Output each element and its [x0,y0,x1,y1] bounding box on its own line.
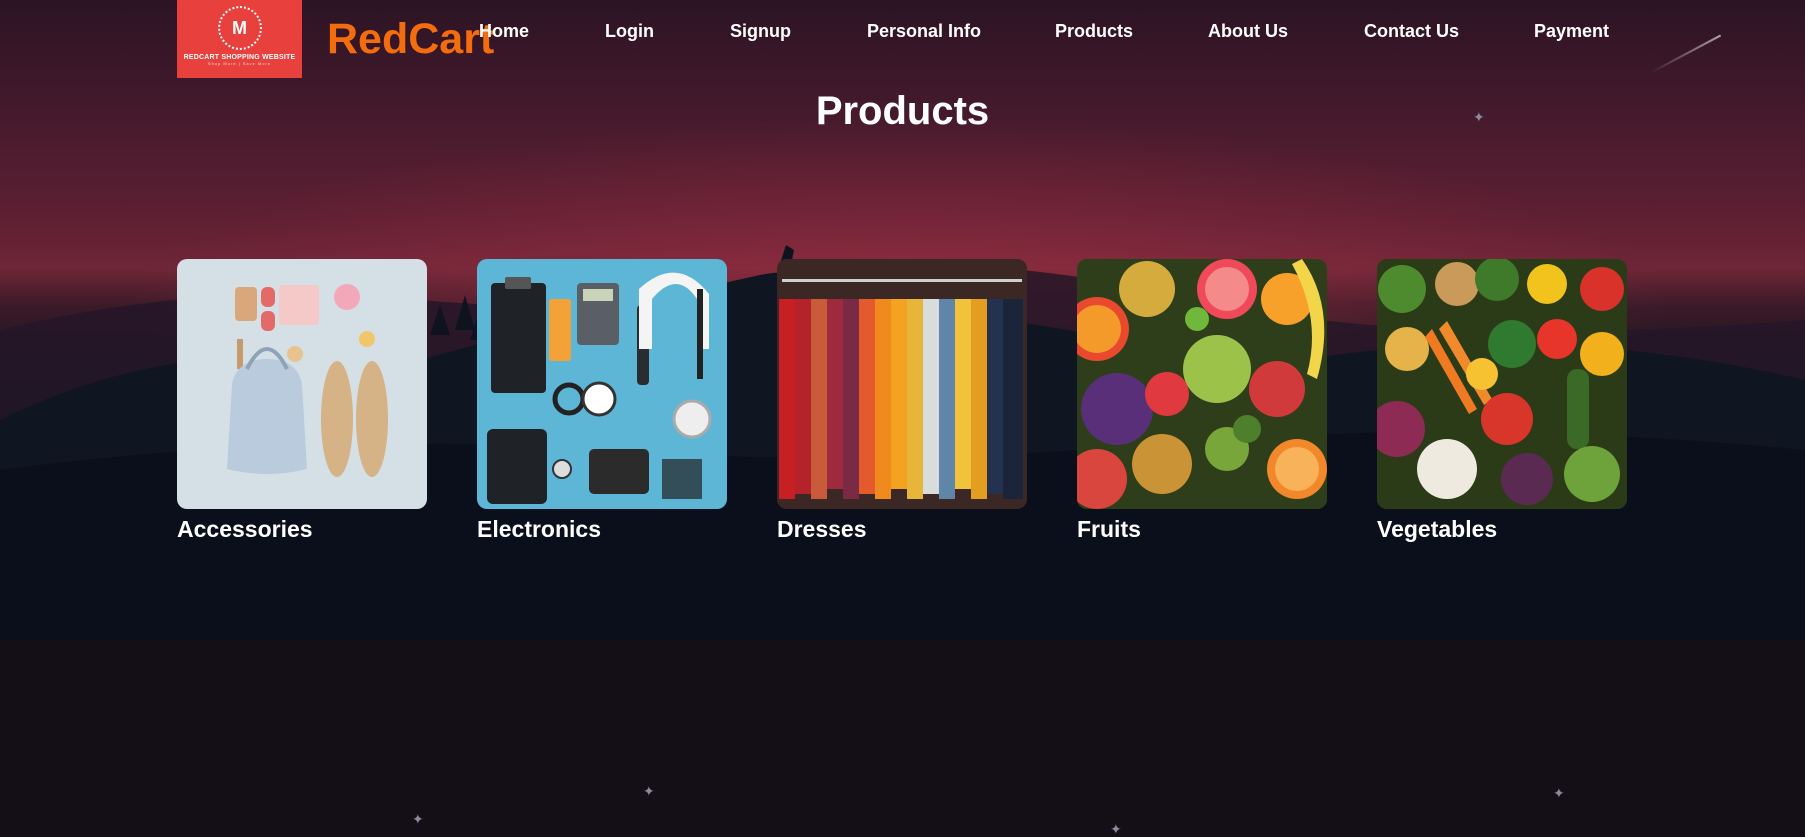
electronics-image-art [487,272,712,504]
category-label[interactable]: Dresses [777,515,1027,543]
main-nav: Home Login Signup Personal Info Products… [0,20,1805,44]
star-icon: ✦ [1553,785,1565,801]
category-label[interactable]: Accessories [177,515,427,543]
dresses-image[interactable] [777,259,1027,509]
logo-text: REDCART SHOPPING WEBSITE [183,54,296,61]
nav-home[interactable]: Home [479,20,529,42]
category-card-electronics[interactable]: Electronics [477,259,727,543]
nav-payment[interactable]: Payment [1534,20,1609,42]
category-card-accessories[interactable]: Accessories [177,259,427,543]
nav-login[interactable]: Login [605,20,654,42]
logo-subtext: Shop More | Save More [207,61,272,66]
star-icon: ✦ [643,783,655,799]
star-icon: ✦ [1110,821,1122,837]
nav-about-us[interactable]: About Us [1208,20,1288,42]
electronics-image[interactable] [477,259,727,509]
vegetables-image[interactable] [1377,259,1627,509]
category-card-fruits[interactable]: Fruits [1077,259,1327,543]
accessories-image-art [227,284,388,477]
footer-area [0,640,1805,837]
star-icon: ✦ [412,811,424,827]
category-card-dresses[interactable]: Dresses [777,259,1027,543]
nav-personal-info[interactable]: Personal Info [867,20,981,42]
category-label[interactable]: Vegetables [1377,515,1627,543]
category-card-vegetables[interactable]: Vegetables [1377,259,1627,543]
vegetables-image-art [1377,259,1627,509]
page-title: Products [815,89,990,133]
nav-contact-us[interactable]: Contact Us [1364,20,1459,42]
accessories-image[interactable] [177,259,427,509]
nav-products[interactable]: Products [1055,20,1133,42]
fruits-image-art [1077,259,1327,509]
category-label[interactable]: Electronics [477,515,727,543]
nav-signup[interactable]: Signup [730,20,791,42]
fruits-image[interactable] [1077,259,1327,509]
category-label[interactable]: Fruits [1077,515,1327,543]
dresses-image-art [777,259,1027,509]
